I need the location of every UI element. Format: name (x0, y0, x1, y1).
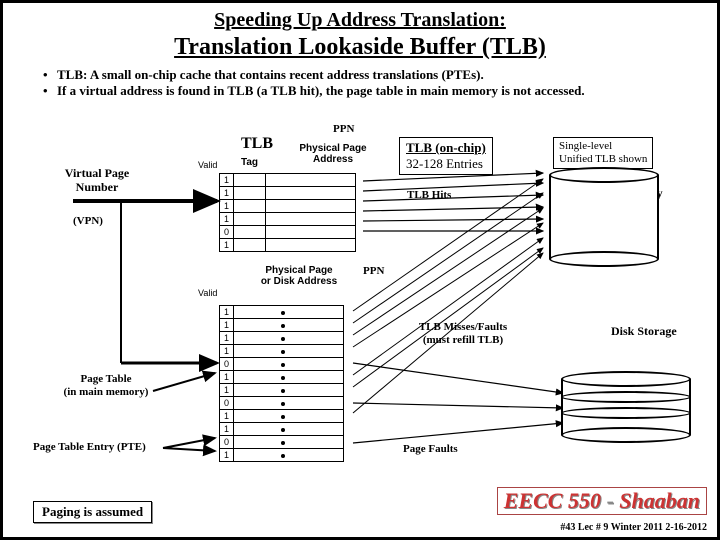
pt-row: 1 (220, 332, 344, 345)
pt-row: 1 (220, 319, 344, 332)
page-table-l2: (in main memory) (41, 386, 171, 399)
tlb-misses-l1: TLB Misses/Faults (403, 321, 523, 334)
tlb-on-chip-box: TLB (on-chip) 32-128 Entries (399, 137, 493, 175)
footer-line: #43 Lec # 9 Winter 2011 2-16-2012 (560, 522, 707, 533)
page-table-label: Page Table (in main memory) (41, 373, 171, 398)
ppn-label-2: PPN (363, 265, 384, 278)
page-table: 1 1 1 1 0 1 1 0 1 1 0 1 (219, 305, 344, 462)
tlb-row: 1 (220, 213, 356, 226)
pt-row: 1 (220, 449, 344, 462)
page-faults-label: Page Faults (403, 443, 458, 456)
pt-row: 1 (220, 423, 344, 436)
paging-assumed-box: Paging is assumed (33, 501, 152, 523)
tlb-misses-l2: (must refill TLB) (403, 334, 523, 347)
page-table-l1: Page Table (41, 373, 171, 386)
pte-label: Page Table Entry (PTE) (33, 441, 146, 454)
bullet-list: TLB: A small on-chip cache that contains… (43, 67, 687, 100)
tlb-hits-label: TLB Hits (407, 189, 451, 202)
pt-row: 1 (220, 306, 344, 319)
single-level-box: Single-level Unified TLB shown (553, 137, 653, 169)
pt-row: 1 (220, 371, 344, 384)
tag-label: Tag (241, 157, 258, 168)
bullet-1: TLB: A small on-chip cache that contains… (43, 67, 687, 83)
credit-a: EECC 550 (504, 488, 601, 513)
ppda-label: Physical Page or Disk Address (249, 265, 349, 287)
credit-sep: - (606, 488, 619, 513)
vpn-l1: Virtual Page (47, 167, 147, 181)
single-level-l1: Single-level (559, 140, 647, 153)
slide: Speeding Up Address Translation: Transla… (0, 0, 720, 540)
title-line-1: Speeding Up Address Translation: (3, 9, 717, 32)
tlb-row: 1 (220, 239, 356, 252)
disk-storage-icon (561, 371, 691, 443)
vpn-l2: Number (47, 181, 147, 195)
physical-memory-icon (549, 167, 659, 267)
tlb-row: 1 (220, 174, 356, 187)
tlb-label: TLB (241, 135, 273, 153)
vpn-label: Virtual Page Number (47, 167, 147, 195)
pt-row: 0 (220, 436, 344, 449)
tlb-misses-label: TLB Misses/Faults (must refill TLB) (403, 321, 523, 346)
ppa-label: Physical Page Address (293, 143, 373, 165)
pt-row: 1 (220, 345, 344, 358)
bullet-2: If a virtual address is found in TLB (a … (43, 83, 687, 99)
pt-row: 0 (220, 358, 344, 371)
tlb-on-chip-l1: TLB (on-chip) (406, 140, 486, 156)
pt-row: 1 (220, 410, 344, 423)
vpn-paren: (VPN) (73, 215, 103, 228)
disk-label: Disk Storage (611, 325, 677, 339)
tlb-row: 0 (220, 226, 356, 239)
single-level-l2: Unified TLB shown (559, 153, 647, 166)
diagram: TLB PPN Valid Tag Physical Page Address … (3, 123, 720, 483)
valid-label-pt: Valid (198, 288, 217, 298)
credit-b: Shaaban (619, 488, 700, 513)
tlb-on-chip-l2: 32-128 Entries (406, 156, 486, 172)
tlb-row: 1 (220, 200, 356, 213)
title-line-2: Translation Lookaside Buffer (TLB) (3, 34, 717, 61)
footer-credit: EECC 550 - Shaaban (497, 487, 707, 515)
valid-label-tlb: Valid (198, 160, 217, 170)
pt-row: 0 (220, 397, 344, 410)
tlb-table: 1 1 1 1 0 1 (219, 173, 356, 252)
tlb-row: 1 (220, 187, 356, 200)
ppn-label-1: PPN (333, 123, 354, 136)
pt-row: 1 (220, 384, 344, 397)
